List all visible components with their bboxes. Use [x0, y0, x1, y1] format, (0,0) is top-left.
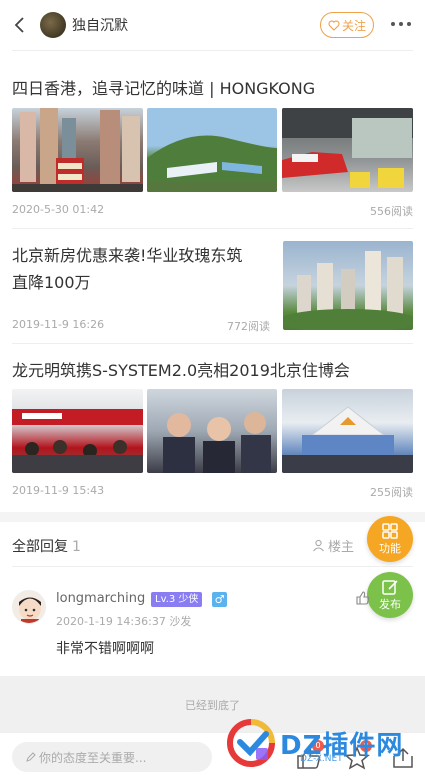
user-icon: [313, 539, 324, 552]
dot-icon: [399, 22, 403, 26]
divider: [12, 343, 413, 344]
post-thumbnail[interactable]: [283, 241, 413, 330]
dz-logo-icon: [227, 719, 275, 767]
post-title[interactable]: 北京新房优惠来袭!华业玫瑰东筑: [12, 243, 242, 269]
comment-time: 2020-1-19 14:36:37: [56, 615, 166, 628]
pencil-icon: [26, 752, 36, 762]
cartoon-avatar-image: [19, 597, 41, 623]
author-name[interactable]: 独自沉默: [72, 15, 128, 35]
exhibition-crowd-image: [12, 409, 143, 473]
watermark: DZ插件网: [226, 712, 416, 774]
officials-visit-image: [163, 412, 271, 473]
chevron-left-icon: [14, 17, 24, 33]
function-label: 功能: [379, 542, 401, 555]
only-author-label: 楼主: [328, 540, 355, 555]
post-thumbnail[interactable]: [147, 389, 277, 473]
replies-header: 全部回复 1: [12, 536, 81, 556]
only-author-toggle[interactable]: 楼主: [312, 536, 354, 555]
post-thumbnail[interactable]: [282, 389, 413, 473]
post-date: 2020-5-30 01:42: [12, 203, 105, 216]
publish-fab-button[interactable]: 发布: [367, 572, 413, 618]
back-button[interactable]: [2, 0, 36, 50]
male-icon: ♂: [212, 592, 227, 607]
commenter-name[interactable]: longmarching: [56, 591, 145, 606]
dot-icon: [407, 22, 411, 26]
more-menu-button[interactable]: [391, 16, 411, 32]
post-views: 556阅读: [370, 205, 413, 218]
post-title[interactable]: 龙元明筑携S-SYSTEM2.0亮相2019北京住博会: [12, 358, 350, 384]
post-thumbnail[interactable]: [12, 108, 143, 192]
post-title-line2[interactable]: 直降100万: [12, 270, 91, 296]
divider: [12, 50, 413, 51]
comment-text: 非常不错啊啊啊: [56, 641, 154, 657]
comment-input[interactable]: 你的态度至关重要...: [12, 742, 212, 772]
post-views: 255阅读: [370, 486, 413, 499]
hill-sign-image: [147, 135, 277, 192]
thumbs-up-icon[interactable]: [356, 591, 370, 605]
function-fab-button[interactable]: 功能: [367, 516, 413, 562]
city-street-image: [12, 108, 143, 192]
commenter-avatar[interactable]: [12, 590, 46, 624]
booth-image: [282, 406, 413, 473]
apartment-buildings-image: [283, 251, 413, 330]
watermark-logo: [226, 718, 276, 768]
post-thumbnail[interactable]: [282, 108, 413, 192]
edit-icon: [382, 580, 398, 595]
comment-floor: 沙发: [169, 615, 192, 628]
follow-label: 关注: [341, 18, 366, 33]
dot-icon: [391, 22, 395, 26]
end-of-list-text: 已经到底了: [185, 699, 240, 712]
replies-count: 1: [72, 539, 81, 555]
follow-button[interactable]: 关注: [320, 12, 374, 38]
publish-label: 发布: [379, 598, 401, 611]
section-gap: [0, 512, 425, 522]
post-views: 772阅读: [227, 320, 270, 333]
level-badge: Lv.3 少侠: [151, 592, 203, 607]
post-thumbnail[interactable]: [147, 108, 277, 192]
replies-title: 全部回复: [12, 539, 68, 555]
divider: [12, 566, 413, 567]
post-thumbnail[interactable]: [12, 389, 143, 473]
post-title[interactable]: 四日香港，追寻记忆的味道 | HONGKONG: [12, 76, 315, 102]
comment-placeholder: 你的态度至关重要...: [39, 750, 147, 765]
heart-plus-icon: [328, 20, 340, 31]
post-date: 2019-11-9 16:26: [12, 318, 105, 331]
post-date: 2019-11-9 15:43: [12, 484, 105, 497]
taxi-street-image: [282, 108, 413, 188]
comment-meta: 2020-1-19 14:36:37 沙发: [56, 613, 191, 629]
grid-icon: [382, 523, 398, 539]
author-avatar[interactable]: [40, 12, 66, 38]
watermark-url: DZ-X.NET: [300, 754, 343, 764]
divider: [12, 228, 413, 229]
